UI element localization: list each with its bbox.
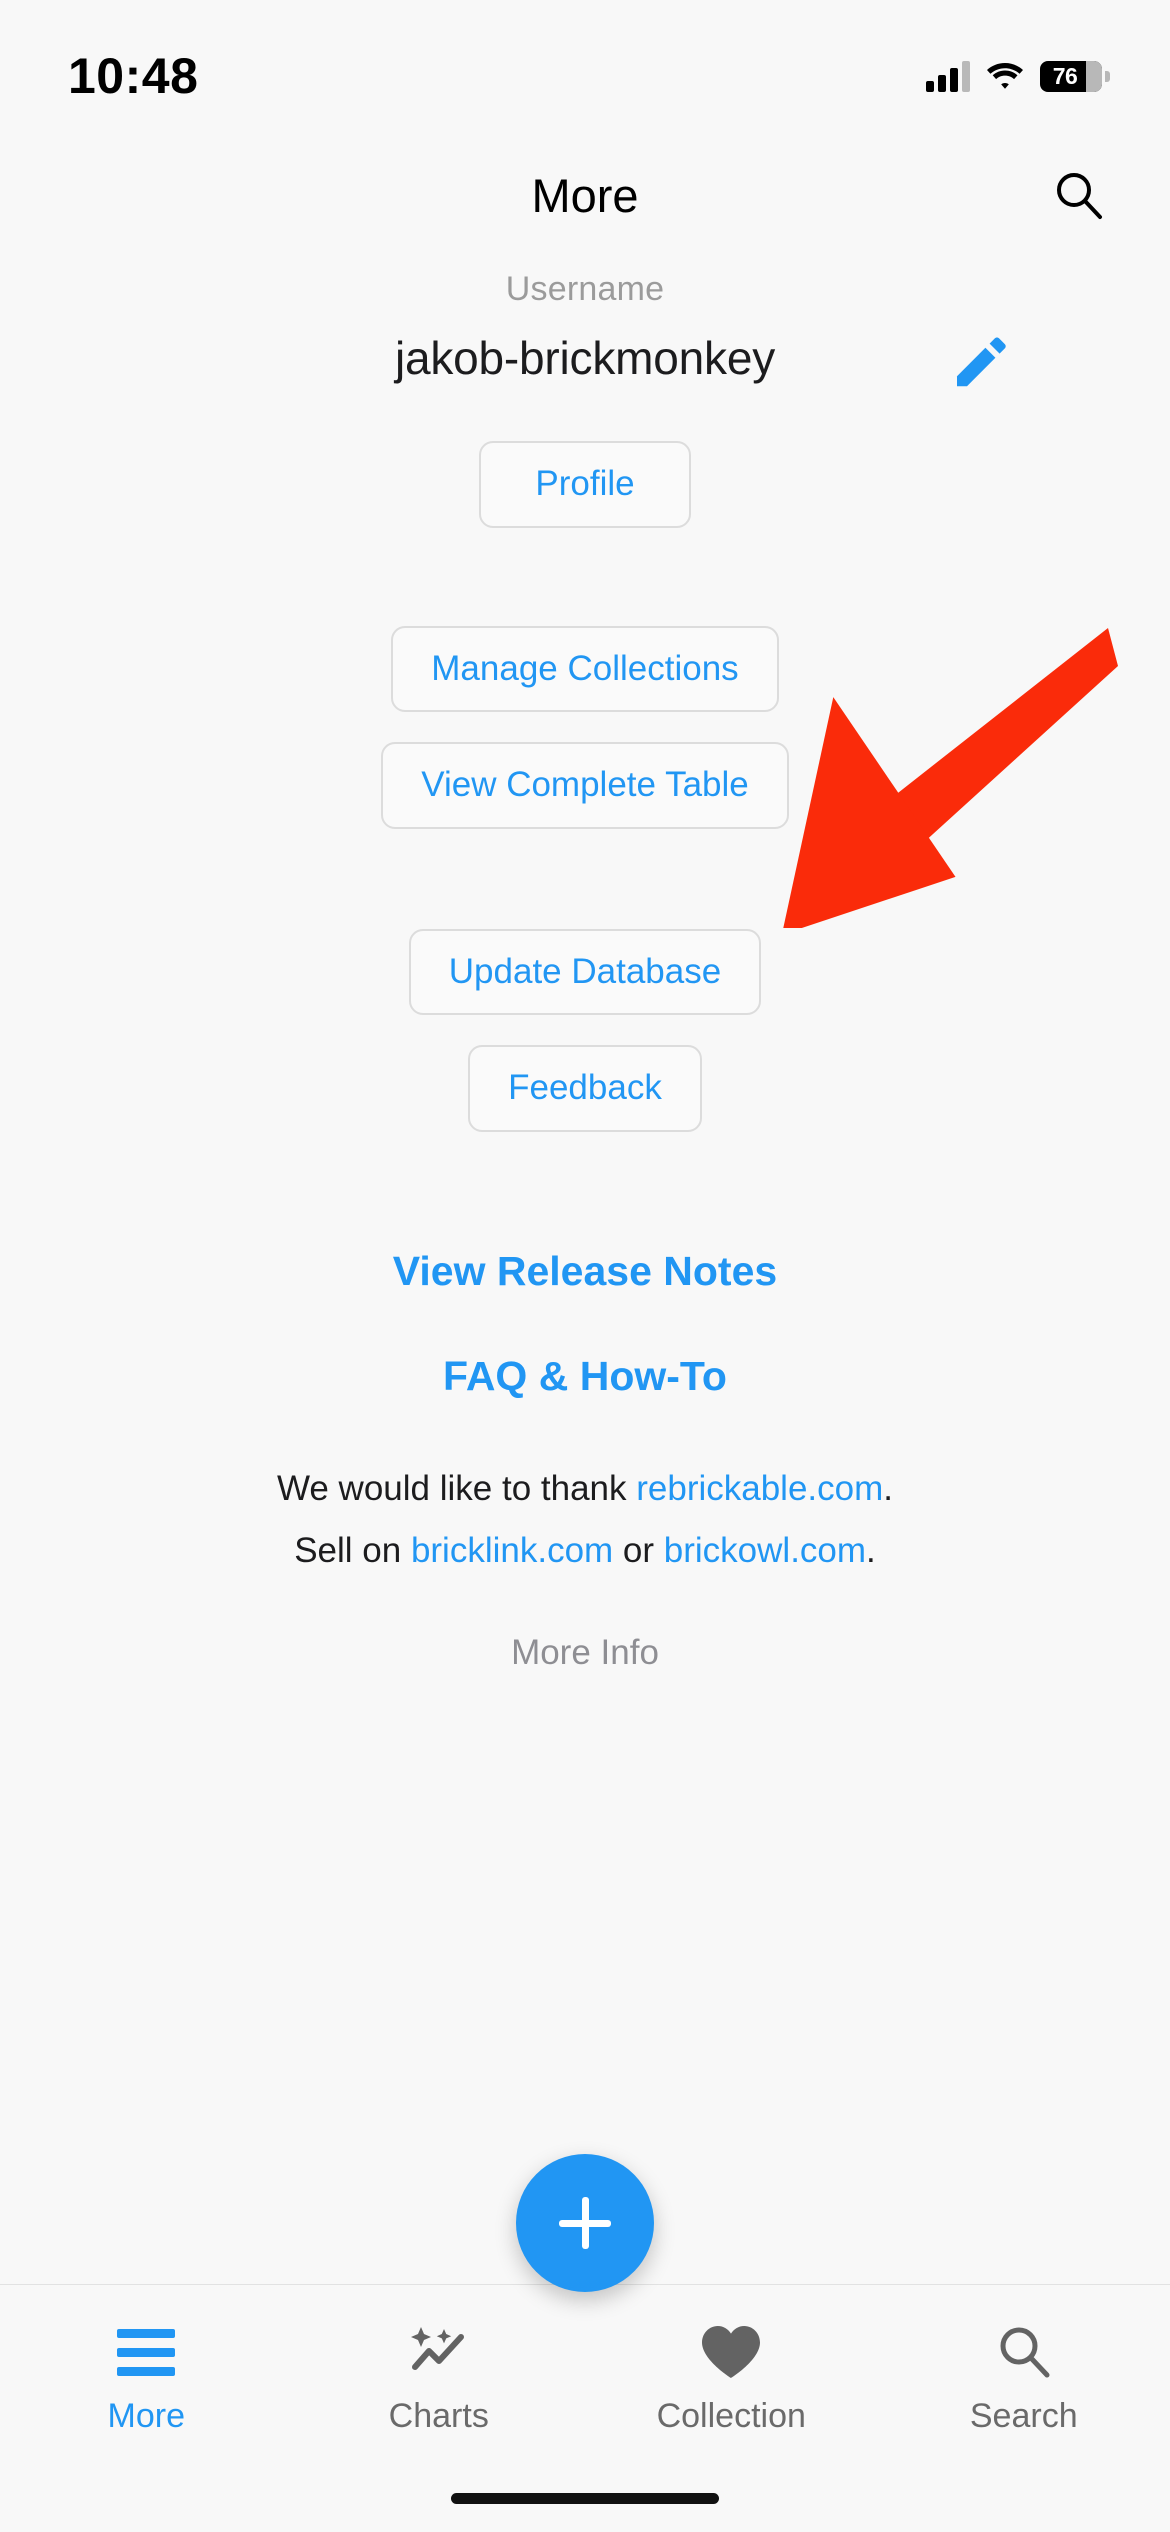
database-button-group: Update Database Feedback: [408, 928, 762, 1132]
tab-charts-label: Charts: [388, 2397, 489, 2435]
status-time: 10:48: [68, 48, 199, 104]
update-database-button[interactable]: Update Database: [408, 928, 762, 1015]
credits-block: We would like to thank rebrickable.com. …: [277, 1464, 893, 1578]
sell-line: Sell on bricklink.com or brickowl.com.: [277, 1526, 893, 1577]
app-screen: 10:48 76 More Username jakob-brickmonkey…: [0, 0, 1170, 2532]
more-info-label[interactable]: More Info: [511, 1633, 659, 1673]
navigation-bar: More: [0, 150, 1170, 240]
battery-level: 76: [1052, 62, 1078, 89]
username-value: jakob-brickmonkey: [394, 332, 776, 384]
home-indicator: [451, 2493, 719, 2504]
manage-collections-button[interactable]: Manage Collections: [391, 625, 779, 712]
view-complete-table-button[interactable]: View Complete Table: [381, 742, 789, 829]
tab-search[interactable]: Search: [878, 2285, 1170, 2436]
heart-icon: [700, 2321, 762, 2383]
search-icon: [995, 2321, 1053, 2383]
page-title: More: [531, 168, 639, 222]
search-icon[interactable]: [1050, 166, 1108, 224]
feedback-button[interactable]: Feedback: [468, 1045, 702, 1132]
cellular-signal-icon: [926, 60, 970, 92]
rebrickable-link[interactable]: rebrickable.com: [636, 1469, 883, 1508]
tab-more-label: More: [107, 2397, 185, 2435]
tab-search-label: Search: [969, 2397, 1078, 2435]
status-bar: 10:48 76: [0, 0, 1170, 130]
bricklink-link[interactable]: bricklink.com: [411, 1531, 613, 1570]
wifi-icon: [987, 63, 1023, 89]
tab-collection[interactable]: Collection: [585, 2285, 878, 2436]
thanks-suffix: .: [883, 1468, 894, 1508]
hamburger-menu-icon: [117, 2321, 176, 2383]
sell-prefix: Sell on: [294, 1531, 411, 1571]
status-indicators: 76: [926, 60, 1110, 92]
brickowl-link[interactable]: brickowl.com: [664, 1531, 866, 1570]
username-row: jakob-brickmonkey: [0, 331, 1170, 387]
sell-middle: or: [613, 1531, 664, 1571]
plus-icon-vertical: [581, 2197, 589, 2249]
faq-how-to-link[interactable]: FAQ & How-To: [443, 1353, 727, 1400]
battery-icon: 76: [1040, 60, 1110, 92]
thanks-prefix: We would like to thank: [276, 1468, 637, 1508]
tab-collection-label: Collection: [656, 2397, 806, 2435]
sell-suffix: .: [866, 1531, 876, 1571]
chart-sparkle-icon: [407, 2321, 471, 2383]
username-label: Username: [505, 270, 665, 308]
profile-button[interactable]: Profile: [479, 441, 691, 528]
collections-button-group: Manage Collections View Complete Table: [381, 625, 789, 829]
view-release-notes-link[interactable]: View Release Notes: [393, 1248, 777, 1295]
thanks-line: We would like to thank rebrickable.com.: [277, 1464, 893, 1515]
tab-more[interactable]: More: [0, 2285, 293, 2436]
tab-charts[interactable]: Charts: [293, 2285, 586, 2436]
pencil-icon[interactable]: [952, 335, 1008, 391]
add-button[interactable]: [516, 2154, 654, 2292]
